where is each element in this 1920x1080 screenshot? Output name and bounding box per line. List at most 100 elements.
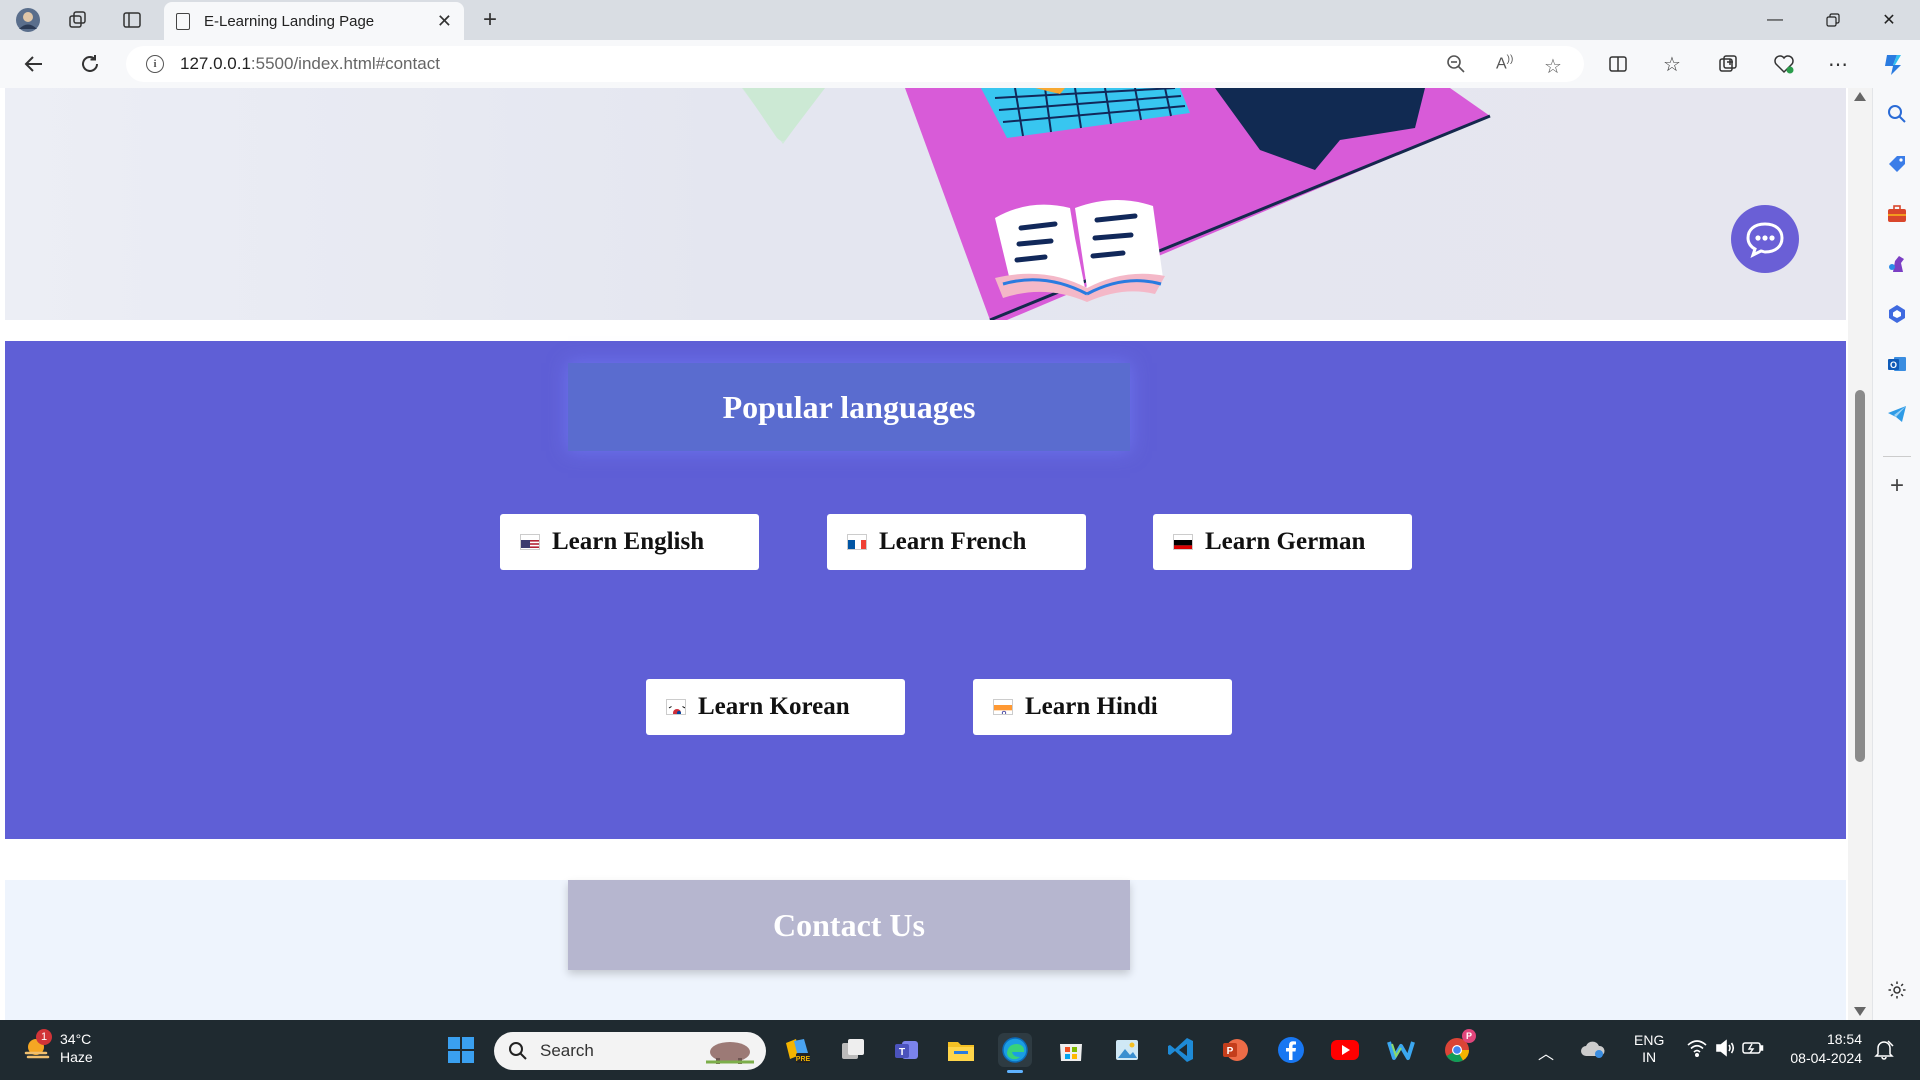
site-info-icon[interactable]: i	[146, 55, 164, 73]
weather-haze-icon: 1	[22, 1029, 52, 1063]
svg-text:O: O	[1890, 360, 1897, 370]
powerpoint-icon[interactable]: P	[1218, 1033, 1252, 1067]
youtube-icon[interactable]	[1328, 1033, 1362, 1067]
facebook-icon[interactable]	[1274, 1033, 1308, 1067]
popular-languages-section: Popular languages Learn English Learn Fr…	[5, 341, 1846, 839]
hero-section	[5, 88, 1846, 320]
new-tab-button[interactable]: +	[476, 6, 504, 34]
page-icon	[176, 12, 190, 30]
onedrive-cloud-icon[interactable]	[1580, 1038, 1606, 1065]
browser-tab-active[interactable]: E-Learning Landing Page ✕	[164, 2, 464, 40]
teams-icon[interactable]: T	[890, 1033, 924, 1067]
show-hidden-icons-chevron-icon[interactable]: ︿	[1538, 1040, 1554, 1064]
navigation-bar: i 127.0.0.1:5500/index.html#contact A)) …	[0, 40, 1920, 88]
language-line-2: IN	[1642, 1049, 1657, 1065]
contact-section: Contact Us	[5, 880, 1846, 1020]
taskbar-search-box[interactable]: Search	[494, 1032, 766, 1070]
learn-hindi-label: Learn Hindi	[1025, 693, 1158, 720]
language-indicator[interactable]: ENG IN	[1634, 1032, 1664, 1066]
favorites-icon[interactable]: ☆	[1656, 50, 1688, 78]
language-line-1: ENG	[1634, 1032, 1665, 1048]
learn-french-button[interactable]: Learn French	[827, 514, 1086, 570]
browser-essentials-icon[interactable]	[1768, 50, 1800, 78]
split-screen-icon[interactable]	[1602, 50, 1634, 78]
clock[interactable]: 18:54 08-04-2024	[1782, 1030, 1862, 1068]
microsoft-365-icon[interactable]	[1883, 300, 1911, 328]
microsoft-store-icon[interactable]	[1054, 1033, 1088, 1067]
learn-french-label: Learn French	[879, 528, 1027, 555]
url-path: :5500/index.html#contact	[250, 54, 440, 73]
tools-briefcase-icon[interactable]	[1883, 200, 1911, 228]
chrome-icon[interactable]: P	[1440, 1029, 1476, 1067]
learn-korean-button[interactable]: Learn Korean	[646, 679, 905, 735]
search-highlight-pig-icon	[706, 1042, 754, 1064]
restore-button[interactable]	[1810, 4, 1856, 36]
url-host: 127.0.0.1	[180, 54, 251, 73]
add-sidebar-app-icon[interactable]: +	[1883, 472, 1911, 500]
games-chess-icon[interactable]	[1883, 250, 1911, 278]
settings-gear-icon[interactable]	[1883, 976, 1911, 1004]
contact-heading-box: Contact Us	[568, 880, 1130, 970]
webex-icon[interactable]	[1384, 1033, 1418, 1067]
scroll-up-arrow-icon[interactable]	[1854, 92, 1866, 101]
learn-korean-label: Learn Korean	[698, 693, 850, 720]
close-tab-icon[interactable]: ✕	[437, 11, 452, 32]
page-scrollbar[interactable]	[1848, 88, 1872, 1020]
active-app-indicator	[1007, 1070, 1023, 1073]
weather-description: Haze	[60, 1049, 93, 1065]
outlook-icon[interactable]: O	[1883, 350, 1911, 378]
tab-bar: E-Learning Landing Page ✕ + — ✕	[0, 0, 1920, 40]
learn-german-label: Learn German	[1205, 528, 1366, 555]
hero-illustration	[742, 88, 1491, 320]
svg-text:T: T	[899, 1047, 905, 1058]
contact-heading: Contact Us	[773, 906, 925, 943]
back-arrow-icon[interactable]	[18, 50, 50, 78]
popular-languages-heading-box: Popular languages	[568, 363, 1130, 451]
learn-english-button[interactable]: Learn English	[500, 514, 759, 570]
send-telegram-icon[interactable]	[1883, 400, 1911, 428]
photos-app-icon[interactable]	[1110, 1033, 1144, 1067]
edge-browser-icon[interactable]	[998, 1033, 1032, 1073]
india-flag-icon	[993, 699, 1013, 715]
vscode-icon[interactable]	[1164, 1033, 1198, 1067]
wifi-icon[interactable]	[1686, 1038, 1708, 1063]
battery-charging-icon[interactable]	[1742, 1040, 1764, 1061]
read-aloud-icon[interactable]: A))	[1496, 54, 1513, 73]
address-bar[interactable]: i 127.0.0.1:5500/index.html#contact A)) …	[126, 46, 1584, 82]
chat-bubble-icon	[1746, 222, 1784, 258]
volume-speaker-icon[interactable]	[1714, 1038, 1736, 1063]
windows-start-icon[interactable]	[444, 1033, 478, 1067]
taskbar-search-placeholder: Search	[540, 1041, 594, 1060]
close-window-button[interactable]: ✕	[1866, 4, 1912, 36]
file-explorer-icon[interactable]	[944, 1033, 978, 1067]
taskbar-search-icon	[509, 1042, 527, 1060]
favorite-star-icon[interactable]: ☆	[1544, 54, 1562, 79]
chrome-profile-badge: P	[1462, 1029, 1476, 1043]
notification-bell-icon[interactable]	[1874, 1038, 1894, 1065]
learn-hindi-button[interactable]: Learn Hindi	[973, 679, 1232, 735]
scroll-down-arrow-icon[interactable]	[1854, 1007, 1866, 1016]
scrollbar-thumb[interactable]	[1855, 390, 1865, 762]
learn-english-label: Learn English	[552, 528, 705, 555]
weather-widget[interactable]: 1 34°C Haze	[22, 1029, 93, 1066]
shopping-tag-icon[interactable]	[1883, 150, 1911, 178]
profile-avatar-icon[interactable]	[14, 6, 42, 34]
zoom-out-icon[interactable]	[1446, 54, 1466, 79]
learn-german-button[interactable]: Learn German	[1153, 514, 1412, 570]
sidebar-divider	[1883, 456, 1911, 457]
task-view-icon[interactable]	[836, 1033, 870, 1067]
refresh-icon[interactable]	[74, 50, 106, 78]
widgets-app-icon[interactable]: PRE	[780, 1033, 814, 1067]
chat-bubble-button[interactable]	[1731, 205, 1799, 273]
copilot-icon[interactable]	[1878, 50, 1910, 78]
france-flag-icon	[847, 534, 867, 550]
korea-flag-icon	[666, 699, 686, 715]
more-menu-icon[interactable]: ⋯	[1822, 50, 1854, 78]
tab-actions-icon[interactable]	[118, 6, 146, 34]
search-icon[interactable]	[1883, 100, 1911, 128]
workspaces-icon[interactable]	[64, 6, 92, 34]
minimize-button[interactable]: —	[1752, 4, 1798, 36]
clock-date: 08-04-2024	[1790, 1050, 1862, 1066]
windows-taskbar: 1 34°C Haze Search PRE T P P ︿ ENG IN 18…	[0, 1020, 1920, 1080]
collections-icon[interactable]	[1712, 50, 1744, 78]
